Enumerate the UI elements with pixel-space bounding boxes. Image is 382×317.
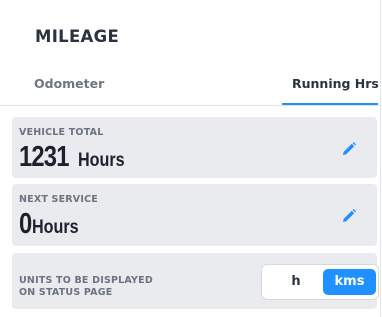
vehicle-total-unit: Hours (77, 150, 125, 171)
next-service-card: NEXT SERVICE 0Hours (12, 184, 377, 246)
panel-title: MILEAGE (35, 27, 120, 46)
units-label-line2: ON STATUS PAGE (19, 287, 113, 298)
mileage-panel: MILEAGE Odometer Running Hrs VEHICLE TOT… (0, 0, 381, 317)
vehicle-total-number: 1231 (19, 141, 69, 173)
next-service-unit: Hours (32, 217, 79, 238)
vehicle-total-value: 1231 Hours (19, 141, 132, 174)
units-label: UNITS TO BE DISPLAYED ON STATUS PAGE (19, 275, 219, 299)
next-service-number: 0 (19, 208, 32, 240)
tab-running-hrs[interactable]: Running Hrs (292, 76, 379, 102)
units-card: UNITS TO BE DISPLAYED ON STATUS PAGE h k… (12, 253, 379, 309)
edit-vehicle-total-pencil-icon[interactable] (341, 141, 357, 157)
units-label-line1: UNITS TO BE DISPLAYED (19, 275, 153, 286)
edit-next-service-pencil-icon[interactable] (341, 208, 357, 224)
vehicle-total-card: VEHICLE TOTAL 1231 Hours (12, 117, 377, 178)
tab-bar: Odometer Running Hrs (0, 76, 381, 106)
units-toggle: h kms (261, 264, 379, 300)
tab-odometer[interactable]: Odometer (34, 76, 104, 102)
vehicle-total-label: VEHICLE TOTAL (19, 127, 104, 138)
unit-option-kms[interactable]: kms (323, 269, 376, 295)
unit-option-h[interactable]: h (286, 265, 306, 299)
next-service-label: NEXT SERVICE (19, 194, 98, 205)
next-service-value: 0Hours (19, 208, 87, 241)
tab-divider (0, 105, 381, 106)
